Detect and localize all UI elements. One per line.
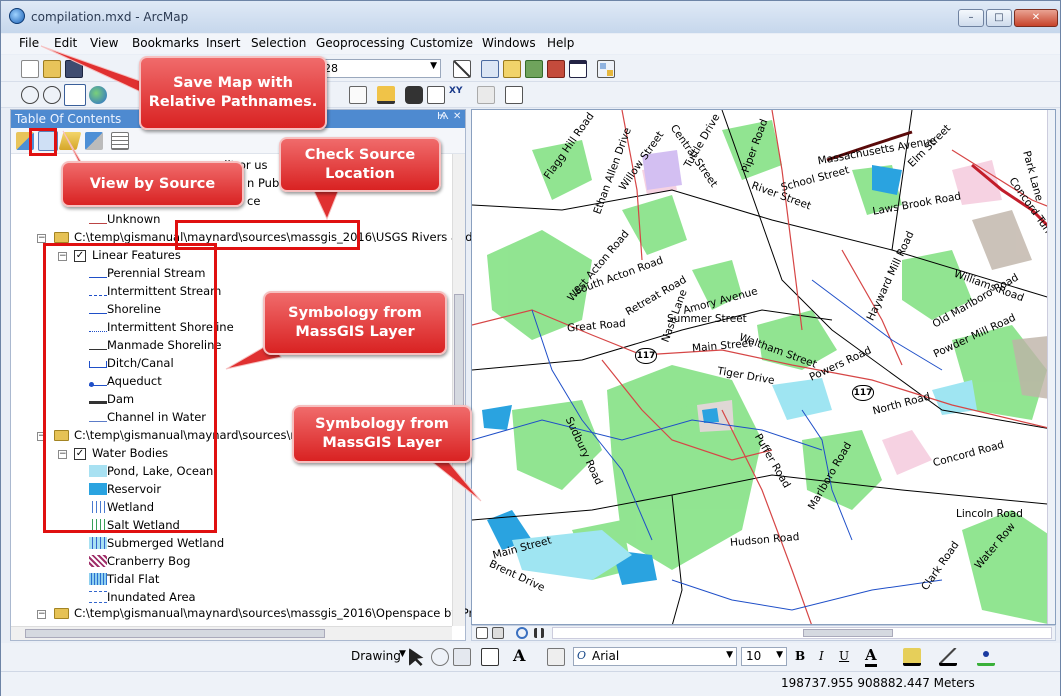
check-source-callout: Check Source Location	[279, 137, 441, 192]
symbology-callout: Symbology from MassGIS Layer	[263, 291, 447, 355]
symbology-callout: Symbology from MassGIS Layer	[292, 405, 472, 463]
save-map-callout: Save Map with Relative Pathnames.	[139, 56, 327, 130]
view-by-source-callout: View by Source	[61, 161, 244, 207]
arcmap-window: compilation.mxd - ArcMap – □ ✕ File Edit…	[0, 0, 1061, 696]
